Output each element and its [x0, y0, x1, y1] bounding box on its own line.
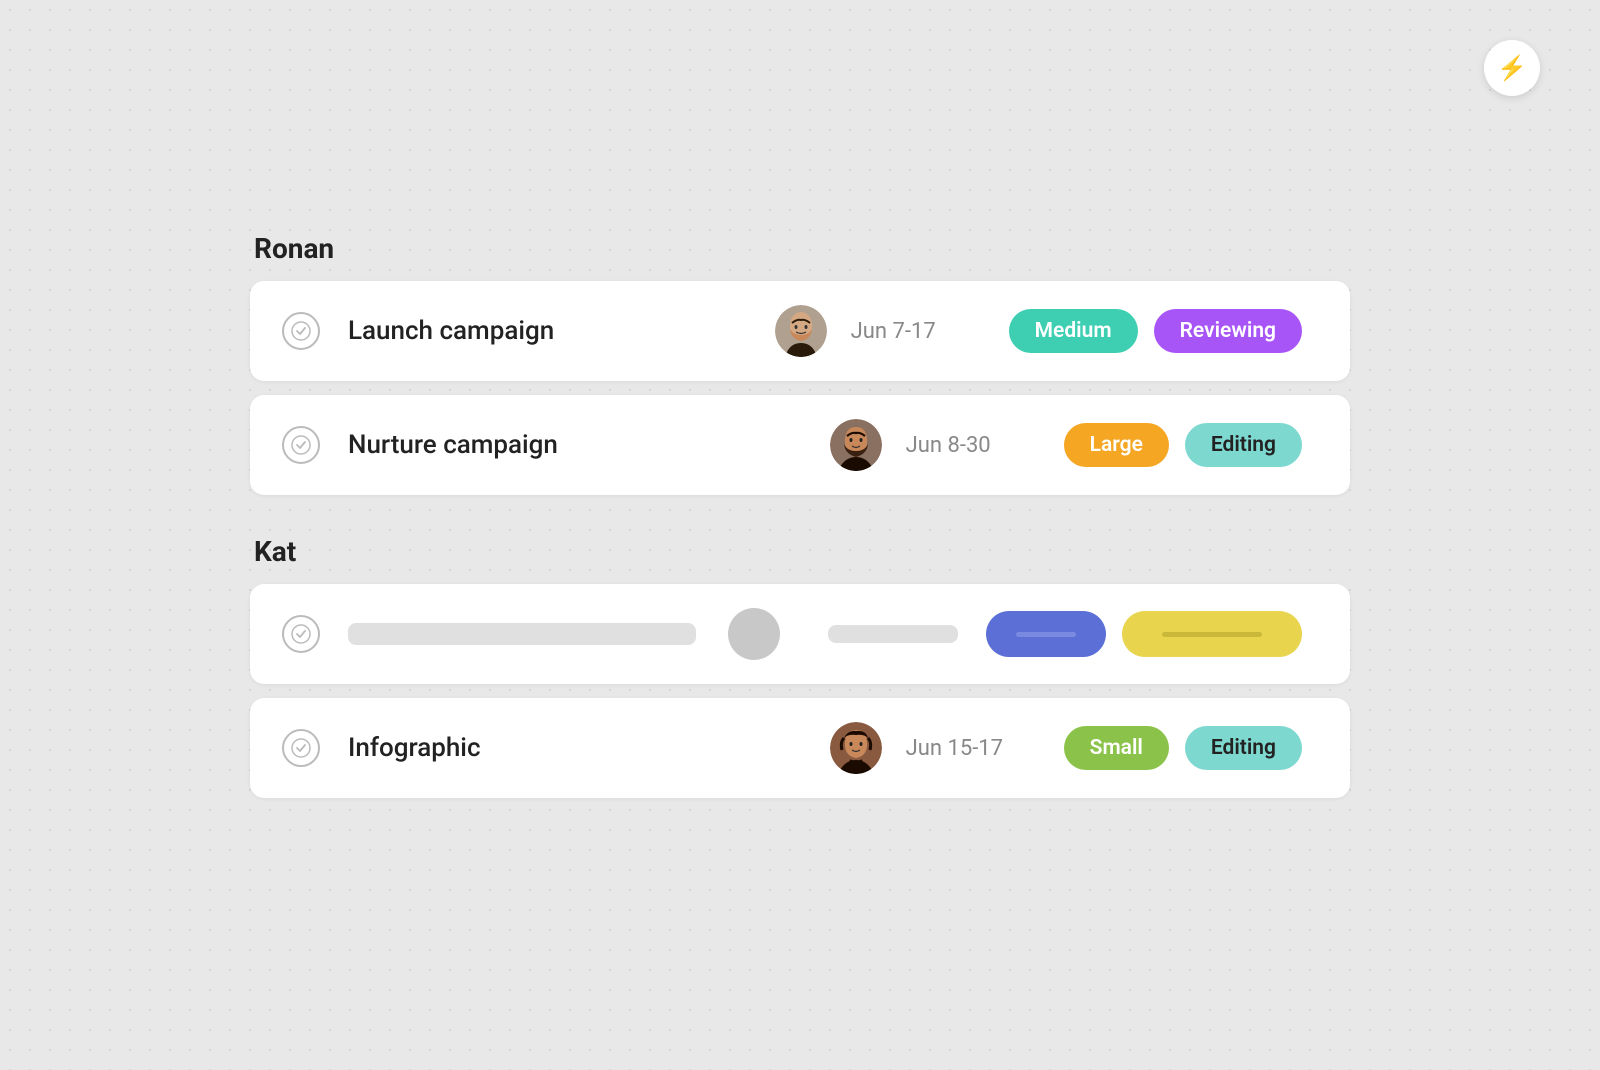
status-badge-skeleton	[1122, 611, 1302, 657]
main-container: Ronan Launch campaign Jun 7-17 Medium Revie…	[250, 212, 1350, 858]
check-icon[interactable]	[282, 729, 320, 767]
avatar-skeleton	[728, 608, 780, 660]
date-skeleton	[828, 625, 958, 643]
date-range: Jun 15-17	[906, 736, 1036, 761]
size-badge[interactable]: Small	[1064, 726, 1169, 770]
lightning-icon: ⚡	[1497, 54, 1527, 82]
task-title-skeleton	[348, 623, 696, 645]
size-badge[interactable]: Large	[1064, 423, 1169, 467]
size-badge[interactable]: Medium	[1009, 309, 1138, 353]
date-range: Jun 8-30	[906, 433, 1036, 458]
task-title: Nurture campaign	[348, 430, 830, 460]
task-card-skeleton-task	[250, 584, 1350, 684]
status-badge[interactable]: Editing	[1185, 423, 1302, 467]
avatar	[775, 305, 827, 357]
avatar	[830, 419, 882, 471]
size-badge-skeleton	[986, 611, 1106, 657]
group-ronan: Ronan Launch campaign Jun 7-17 Medium Revie…	[250, 232, 1350, 495]
lightning-button[interactable]: ⚡	[1484, 40, 1540, 96]
check-icon[interactable]	[282, 312, 320, 350]
task-title: Launch campaign	[348, 316, 775, 346]
task-title: Infographic	[348, 733, 830, 763]
date-range: Jun 7-17	[851, 319, 981, 344]
avatar	[830, 722, 882, 774]
check-icon[interactable]	[282, 426, 320, 464]
status-badge[interactable]: Reviewing	[1154, 309, 1302, 353]
status-badge[interactable]: Editing	[1185, 726, 1302, 770]
task-card-launch-campaign: Launch campaign Jun 7-17 Medium Reviewing	[250, 281, 1350, 381]
task-card-nurture-campaign: Nurture campaign Jun 8-30 Large Editing	[250, 395, 1350, 495]
check-icon[interactable]	[282, 615, 320, 653]
group-label-ronan: Ronan	[254, 232, 1350, 265]
task-card-infographic: Infographic Jun 15-17 Small Editing	[250, 698, 1350, 798]
group-kat: Kat Infographic Jun 15-17 Small Editing	[250, 535, 1350, 798]
group-label-kat: Kat	[254, 535, 1350, 568]
